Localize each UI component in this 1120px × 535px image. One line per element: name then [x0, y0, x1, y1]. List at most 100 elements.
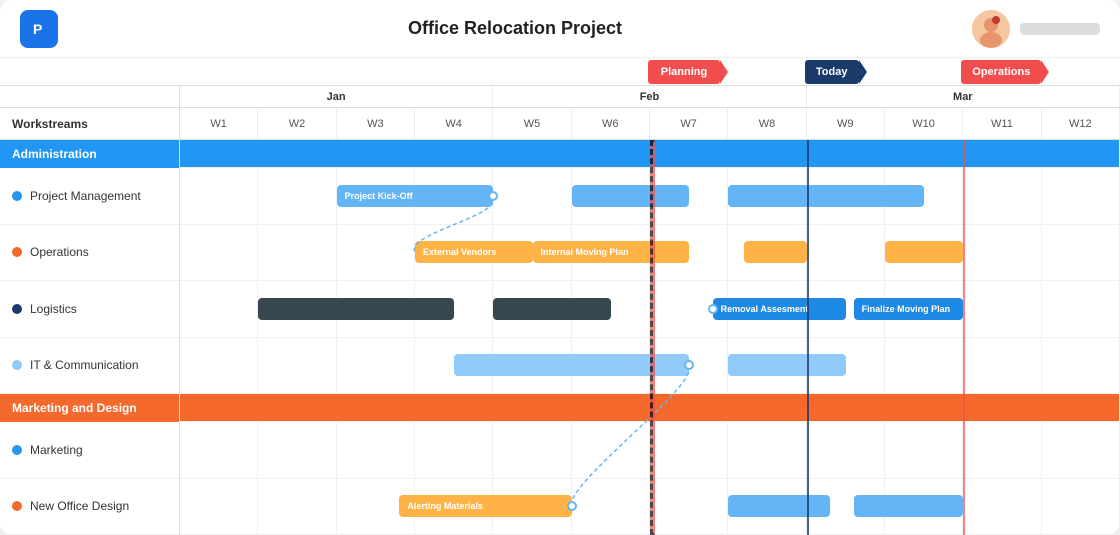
grid-cell — [963, 479, 1041, 535]
grid-cell — [1042, 479, 1120, 535]
task-bar-3: External Vendors — [415, 241, 533, 263]
grid-cell — [415, 422, 493, 478]
user-area — [972, 10, 1100, 48]
row-labels: Administration Project Management Operat… — [0, 140, 180, 535]
month-jan: Jan — [180, 86, 493, 107]
task-bar-15 — [854, 495, 964, 517]
week-w12: W12 — [1042, 108, 1120, 139]
task-bar-8 — [493, 298, 611, 320]
task-bar-12 — [728, 354, 846, 376]
week-w1: W1 — [180, 108, 258, 139]
grid-row-ops: External VendorsInternal Moving Plan — [180, 225, 1120, 282]
app-container: P Office Relocation Project — [0, 0, 1120, 535]
grid-cell — [885, 338, 963, 394]
avatar — [972, 10, 1010, 48]
gantt-grid: Project Kick-Off — [180, 140, 1120, 535]
grid-cell — [1042, 281, 1120, 337]
grid-row-pm: Project Kick-Off — [180, 168, 1120, 225]
task-bar-11 — [454, 354, 689, 376]
milestone-dot-1 — [684, 360, 694, 370]
grid-cell — [1042, 225, 1120, 281]
logo-icon: P — [20, 10, 58, 48]
grid-cell — [650, 422, 728, 478]
task-bar-10: Finalize Moving Plan — [854, 298, 964, 320]
week-w5: W5 — [493, 108, 571, 139]
grid-cell — [807, 422, 885, 478]
workstream-pm: Project Management — [0, 168, 179, 225]
week-w4: W4 — [415, 108, 493, 139]
grid-cell — [1042, 168, 1120, 224]
dot-ops — [12, 247, 22, 257]
month-mar: Mar — [807, 86, 1120, 107]
workstream-marketing: Marketing — [0, 422, 179, 479]
grid-cell — [180, 338, 258, 394]
grid-row-it — [180, 338, 1120, 395]
grid-cell — [258, 225, 336, 281]
milestone-dot-3 — [708, 304, 718, 314]
task-bar-7 — [258, 298, 454, 320]
section-admin-label: Administration — [0, 140, 179, 168]
grid-cell — [180, 168, 258, 224]
grid-cell — [807, 225, 885, 281]
milestone-dot-0 — [488, 191, 498, 201]
task-bar-2 — [728, 185, 924, 207]
grid-cell — [1042, 422, 1120, 478]
grid-cell — [258, 479, 336, 535]
grid-cell — [180, 422, 258, 478]
grid-cell — [572, 422, 650, 478]
grid-section-admin — [180, 140, 1120, 168]
gantt-chart: Planning Today Operations — [0, 58, 1120, 535]
dot-logistics — [12, 304, 22, 314]
grid-cell — [180, 479, 258, 535]
week-w8: W8 — [728, 108, 806, 139]
grid-cell — [963, 422, 1041, 478]
grid-cell — [258, 338, 336, 394]
grid-cell — [493, 168, 571, 224]
grid-cell — [963, 225, 1041, 281]
task-bar-6 — [885, 241, 963, 263]
workstream-it: IT & Communication — [0, 338, 179, 395]
week-w7: W7 — [650, 108, 728, 139]
gantt-inner: Planning Today Operations — [0, 58, 1120, 535]
grid-cell — [258, 168, 336, 224]
grid-cell — [337, 422, 415, 478]
milestone-dot-2 — [567, 501, 577, 511]
task-bar-1 — [572, 185, 690, 207]
week-w9: W9 — [807, 108, 885, 139]
grid-section-marketing — [180, 394, 1120, 422]
workstream-new-office: New Office Design — [0, 479, 179, 535]
milestone-banners-row: Planning Today Operations — [0, 58, 1120, 86]
dot-marketing — [12, 445, 22, 455]
planning-banner: Planning — [648, 60, 720, 84]
svg-text:P: P — [33, 21, 42, 37]
task-bar-13: Alerting Materials — [399, 495, 571, 517]
header: P Office Relocation Project — [0, 0, 1120, 58]
grid-cell — [180, 140, 1120, 167]
dot-it — [12, 360, 22, 370]
grid-cell — [650, 479, 728, 535]
weeks-row: W1 W2 W3 W4 W5 W6 W7 W8 W9 W10 W11 W12 — [180, 108, 1120, 139]
grid-cell — [572, 479, 650, 535]
grid-cell — [1042, 338, 1120, 394]
dot-pm — [12, 191, 22, 201]
grid-cell — [180, 225, 258, 281]
task-bar-9: Removal Assesment — [713, 298, 846, 320]
grid-cell — [963, 338, 1041, 394]
months-row: Jan Feb Mar — [180, 86, 1120, 107]
task-bar-0: Project Kick-Off — [337, 185, 494, 207]
task-bar-14 — [728, 495, 830, 517]
grid-cell — [493, 422, 571, 478]
page-title: Office Relocation Project — [408, 18, 622, 39]
grid-cell — [180, 281, 258, 337]
month-feb: Feb — [493, 86, 806, 107]
week-w3: W3 — [337, 108, 415, 139]
grid-cell — [337, 338, 415, 394]
grid-cell — [728, 422, 806, 478]
timeline-header: Workstreams W1 W2 W3 W4 W5 W6 W7 W8 W9 W… — [0, 108, 1120, 140]
today-banner: Today — [805, 60, 859, 84]
week-w10: W10 — [885, 108, 963, 139]
grid-row-logistics: Removal Assesment Finalize Moving Plan — [180, 281, 1120, 338]
grid-row-marketing — [180, 422, 1120, 479]
grid-cell — [180, 394, 1120, 421]
week-w11: W11 — [963, 108, 1041, 139]
